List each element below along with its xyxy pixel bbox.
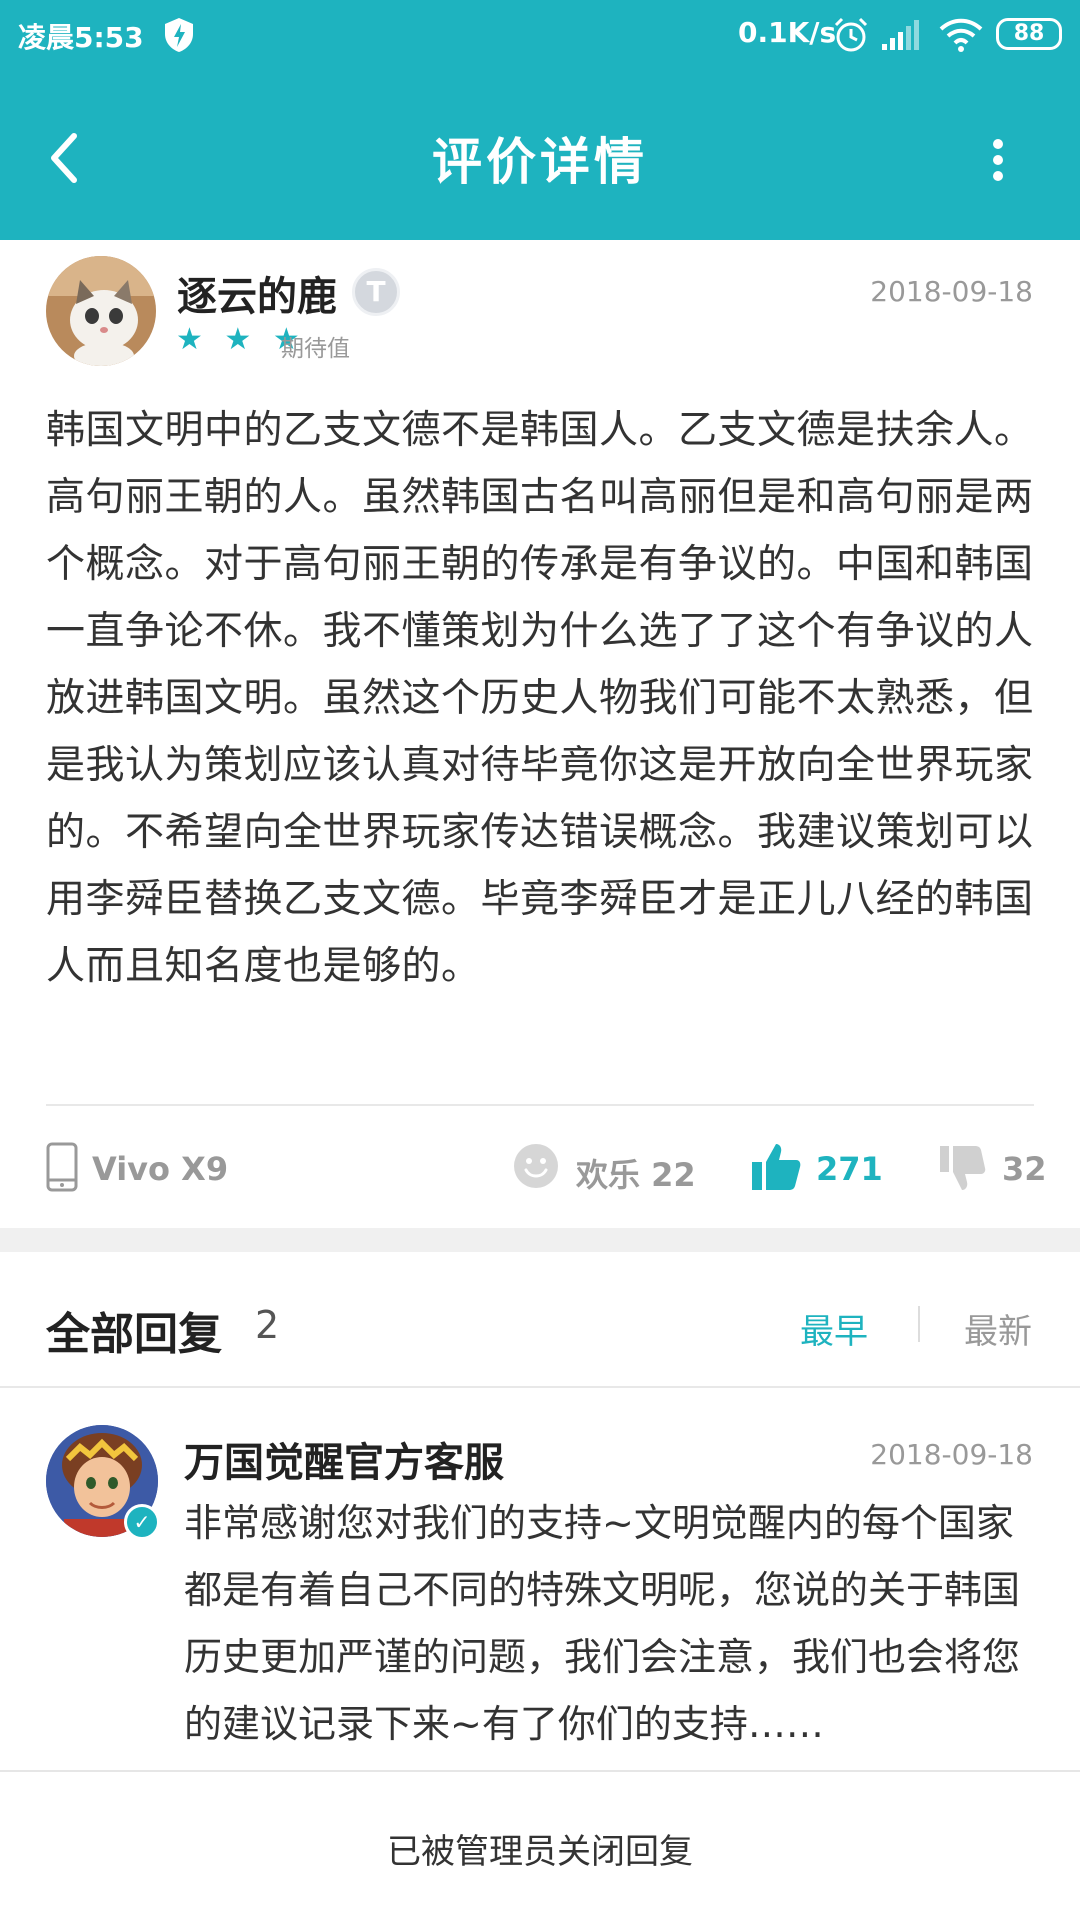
thumbs-up-icon[interactable] — [750, 1140, 802, 1192]
verified-check-icon: ✓ — [124, 1504, 160, 1540]
phone-icon — [46, 1142, 78, 1192]
status-time: 凌晨5:53 — [18, 21, 144, 54]
status-bar: 凌晨5:53 0.1K/s 88 — [0, 0, 1080, 72]
user-level-badge: T — [352, 268, 400, 316]
rating-label: 期待值 — [281, 336, 350, 362]
dislike-count[interactable]: 32 — [1002, 1150, 1047, 1188]
section-separator — [0, 1228, 1080, 1252]
divider — [0, 1386, 1080, 1388]
alarm-icon — [834, 17, 868, 52]
sort-earliest-tab[interactable]: 最早 — [800, 1304, 868, 1353]
review-date: 2018-09-18 — [870, 275, 1033, 308]
reviewer-name[interactable]: 逐云的鹿 — [177, 264, 337, 322]
reply-author-name[interactable]: 万国觉醒官方客服 — [184, 1430, 504, 1488]
reply-date: 2018-09-18 — [870, 1438, 1033, 1471]
sort-separator — [918, 1306, 920, 1342]
like-count[interactable]: 271 — [816, 1150, 883, 1188]
reply-closed-notice: 已被管理员关闭回复 — [387, 1832, 693, 1872]
reply-text: 非常感谢您对我们的支持~文明觉醒内的每个国家都是有着自己不同的特殊文明呢，您说的… — [184, 1501, 1021, 1746]
reviewer-avatar[interactable] — [46, 256, 156, 366]
app-header: 凌晨5:53 0.1K/s 88 评价详情 — [0, 0, 1080, 240]
page-title: 评价详情 — [432, 133, 648, 191]
wifi-icon — [939, 18, 983, 52]
divider — [46, 1104, 1034, 1106]
sort-newest-tab[interactable]: 最新 — [964, 1304, 1032, 1353]
replies-count: 2 — [255, 1303, 280, 1347]
smile-icon[interactable] — [512, 1142, 560, 1190]
thumbs-down-icon[interactable] — [938, 1144, 986, 1194]
review-content: 韩国文明中的乙支文德不是韩国人。乙支文德是扶余人。高句丽王朝的人。虽然韩国古名叫… — [46, 408, 1034, 989]
signal-icon — [882, 20, 919, 50]
device-name: Vivo X9 — [92, 1150, 229, 1188]
reply-closed-bar: 已被管理员关闭回复 — [0, 1770, 1080, 1920]
happy-count[interactable]: 欢乐 22 — [576, 1150, 696, 1196]
shield-icon — [165, 18, 193, 52]
review-actions: Vivo X9 欢乐 22 271 32 — [0, 1128, 1080, 1208]
battery-indicator: 88 — [996, 18, 1062, 50]
more-vertical-icon[interactable] — [978, 130, 1018, 190]
network-speed: 0.1K/s — [738, 16, 837, 49]
replies-title: 全部回复 — [46, 1309, 222, 1360]
